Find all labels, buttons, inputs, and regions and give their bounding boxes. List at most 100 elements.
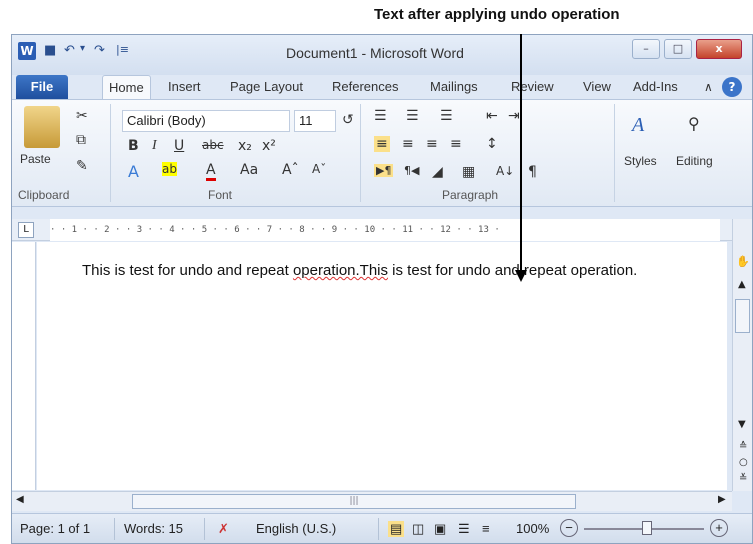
tab-references[interactable]: References bbox=[332, 75, 398, 99]
previous-page-icon[interactable]: ≙ bbox=[739, 441, 747, 452]
bold-icon[interactable]: B bbox=[128, 138, 139, 154]
italic-icon[interactable]: I bbox=[152, 138, 157, 154]
minimize-ribbon-icon[interactable]: ∧ bbox=[704, 75, 713, 99]
undo-icon[interactable]: ↶ bbox=[64, 43, 75, 61]
next-page-icon[interactable]: ≚ bbox=[739, 473, 747, 484]
align-right-icon[interactable]: ≡ bbox=[426, 136, 438, 152]
word-count[interactable]: Words: 15 bbox=[124, 521, 183, 536]
strikethrough-icon[interactable]: abc bbox=[202, 138, 224, 152]
page-count[interactable]: Page: 1 of 1 bbox=[20, 521, 90, 536]
status-divider bbox=[204, 518, 205, 540]
undo-dropdown-icon[interactable]: ▾ bbox=[80, 43, 85, 61]
word-app-icon[interactable]: W bbox=[18, 42, 36, 60]
tab-insert[interactable]: Insert bbox=[168, 75, 201, 99]
tab-home[interactable]: Home bbox=[102, 75, 151, 99]
font-color-icon[interactable]: A bbox=[206, 162, 216, 181]
text-effects-icon[interactable]: A bbox=[128, 162, 139, 181]
show-marks-icon[interactable]: ¶ bbox=[528, 164, 537, 180]
align-center-icon[interactable]: ≡ bbox=[402, 136, 414, 152]
tab-selector[interactable]: L bbox=[18, 222, 34, 238]
styles-icon[interactable]: A bbox=[632, 114, 644, 137]
scroll-down-icon[interactable]: ▼ bbox=[738, 419, 746, 430]
copy-icon[interactable]: ⧉ bbox=[76, 132, 86, 148]
annotation-arrowhead bbox=[515, 270, 527, 282]
underline-icon[interactable]: U bbox=[174, 138, 184, 154]
scroll-left-icon[interactable]: ◀ bbox=[16, 494, 24, 505]
status-divider bbox=[114, 518, 115, 540]
paste-icon[interactable] bbox=[24, 106, 60, 148]
vertical-scrollbar[interactable]: ✋ ▲ ▼ ≙ ○ ≚ bbox=[732, 219, 752, 491]
group-divider bbox=[360, 104, 361, 202]
outline-icon[interactable]: ☰ bbox=[458, 521, 470, 537]
ltr-icon[interactable]: ▶¶ bbox=[374, 164, 394, 177]
paragraph-group-label: Paragraph bbox=[442, 188, 499, 202]
sort-icon[interactable]: A↓ bbox=[496, 164, 514, 178]
spelling-error-text[interactable]: operation.This bbox=[293, 262, 388, 279]
web-layout-icon[interactable]: ▣ bbox=[434, 521, 446, 537]
close-button[interactable]: x bbox=[696, 39, 742, 59]
find-icon[interactable]: ⚲ bbox=[688, 114, 700, 133]
draft-icon[interactable]: ≡ bbox=[482, 521, 490, 536]
ribbon: Paste ✂ ⧉ ✎ Clipboard Calibri (Body) 11 … bbox=[12, 99, 752, 207]
align-left-icon[interactable]: ≡ bbox=[374, 136, 390, 152]
rtl-icon[interactable]: ¶◀ bbox=[404, 164, 419, 177]
full-screen-reading-icon[interactable]: ◫ bbox=[412, 521, 424, 537]
bullets-icon[interactable]: ☰ bbox=[374, 108, 387, 124]
restore-button[interactable]: □ bbox=[664, 39, 692, 59]
annotation-area: Text after applying undo operation bbox=[0, 0, 753, 34]
superscript-icon[interactable]: x² bbox=[262, 138, 276, 154]
save-icon[interactable]: ■ bbox=[44, 43, 56, 61]
minimize-button[interactable]: – bbox=[632, 39, 660, 59]
editing-label[interactable]: Editing bbox=[676, 154, 713, 168]
zoom-out-icon[interactable]: − bbox=[560, 519, 578, 537]
paste-label[interactable]: Paste bbox=[20, 152, 51, 166]
multilevel-list-icon[interactable]: ☰ bbox=[440, 108, 453, 124]
language-indicator[interactable]: English (U.S.) bbox=[256, 521, 336, 536]
scroll-right-icon[interactable]: ▶ bbox=[718, 494, 726, 505]
subscript-icon[interactable]: x₂ bbox=[238, 138, 252, 154]
pan-icon[interactable]: ✋ bbox=[736, 255, 750, 268]
shrink-font-icon[interactable]: Aˇ bbox=[312, 162, 326, 176]
borders-icon[interactable]: ▦ bbox=[462, 164, 475, 180]
tab-file[interactable]: File bbox=[16, 75, 68, 99]
hscroll-thumb[interactable]: ||| bbox=[132, 494, 576, 509]
increase-indent-icon[interactable]: ⇥ bbox=[508, 108, 520, 124]
zoom-level[interactable]: 100% bbox=[516, 521, 549, 536]
annotation-arrow-line bbox=[520, 34, 522, 274]
tab-view[interactable]: View bbox=[583, 75, 611, 99]
zoom-in-icon[interactable]: + bbox=[710, 519, 728, 537]
print-layout-icon[interactable]: ▤ bbox=[388, 521, 405, 537]
justify-icon[interactable]: ≡ bbox=[450, 136, 462, 152]
window-title: Document1 - Microsoft Word bbox=[286, 45, 464, 61]
line-spacing-icon[interactable]: ↕ bbox=[486, 136, 498, 152]
document-page[interactable]: This is test for undo and repeat operati… bbox=[37, 242, 727, 490]
group-divider bbox=[614, 104, 615, 202]
scroll-up-icon[interactable]: ▲ bbox=[738, 279, 746, 290]
document-text[interactable]: This is test for undo and repeat operati… bbox=[82, 262, 637, 279]
zoom-slider-thumb[interactable] bbox=[642, 521, 652, 535]
customize-qat-icon[interactable]: |≡ bbox=[116, 43, 129, 61]
redo-icon[interactable]: ↷ bbox=[94, 43, 105, 61]
shading-icon[interactable]: ◢ bbox=[432, 164, 443, 180]
cut-icon[interactable]: ✂ bbox=[76, 108, 88, 124]
format-painter-icon[interactable]: ✎ bbox=[76, 158, 88, 174]
title-bar: W ■ ↶ ▾ ↷ |≡ Document1 - Microsoft Word … bbox=[12, 35, 752, 75]
tab-mailings[interactable]: Mailings bbox=[430, 75, 478, 99]
styles-label[interactable]: Styles bbox=[624, 154, 657, 168]
numbering-icon[interactable]: ☰ bbox=[406, 108, 419, 124]
clear-format-icon[interactable]: ↺ bbox=[342, 112, 354, 128]
change-case-icon[interactable]: Aa bbox=[240, 162, 258, 178]
highlight-icon[interactable]: ab bbox=[162, 162, 177, 176]
select-browse-object-icon[interactable]: ○ bbox=[739, 457, 748, 468]
horizontal-scrollbar[interactable]: ◀ ||| ▶ bbox=[12, 491, 732, 511]
font-name-select[interactable]: Calibri (Body) bbox=[122, 110, 290, 132]
proofing-icon[interactable]: ✗ bbox=[218, 521, 229, 537]
tab-add-ins[interactable]: Add-Ins bbox=[633, 75, 678, 99]
tab-page-layout[interactable]: Page Layout bbox=[230, 75, 303, 99]
help-icon[interactable]: ? bbox=[722, 77, 742, 97]
scroll-thumb[interactable] bbox=[735, 299, 750, 333]
font-size-select[interactable]: 11 bbox=[294, 110, 336, 132]
grow-font-icon[interactable]: Aˆ bbox=[282, 162, 299, 178]
tab-review[interactable]: Review bbox=[511, 75, 554, 99]
decrease-indent-icon[interactable]: ⇤ bbox=[486, 108, 498, 124]
